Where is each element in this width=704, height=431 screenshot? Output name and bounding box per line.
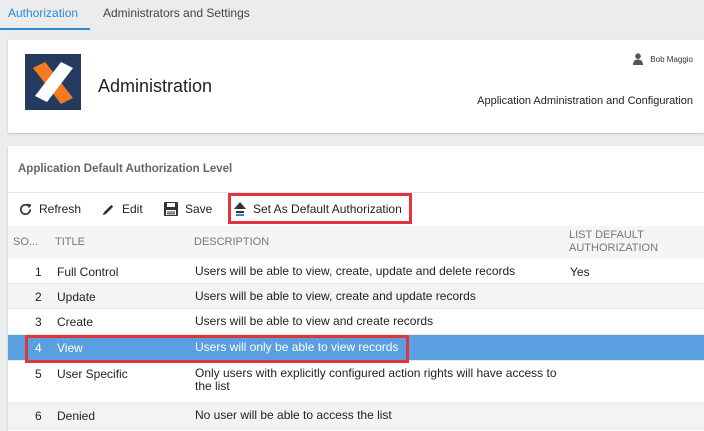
- cell-description: Only users with explicitly configured ac…: [195, 366, 557, 393]
- app-logo: [25, 54, 81, 110]
- table-header: SO... TITLE DESCRIPTION LIST DEFAULT AUT…: [8, 226, 704, 259]
- tab-administrators-and-settings[interactable]: Administrators and Settings: [103, 0, 250, 30]
- highlight-box-toolbar: [228, 193, 412, 224]
- authorization-panel: Application Default Authorization Level …: [8, 146, 704, 431]
- save-button[interactable]: Save: [163, 196, 212, 222]
- page-title: Administration: [98, 76, 213, 96]
- highlight-box-selected-row: [25, 335, 409, 363]
- edit-label: Edit: [122, 202, 143, 216]
- cell-sort-order: 1: [35, 265, 42, 279]
- cell-title: Full Control: [57, 265, 119, 279]
- column-header-description[interactable]: DESCRIPTION: [194, 236, 269, 248]
- tab-authorization[interactable]: Authorization: [0, 0, 90, 30]
- column-header-list-default-authorization[interactable]: LIST DEFAULT AUTHORIZATION: [569, 229, 658, 255]
- logo-x-icon: [25, 54, 81, 110]
- cell-title: Denied: [57, 409, 96, 423]
- cell-sort-order: 2: [35, 290, 42, 304]
- cell-sort-order: 6: [35, 409, 42, 423]
- tab-bar: Authorization Administrators and Setting…: [0, 0, 704, 30]
- refresh-icon: [20, 202, 32, 215]
- cell-description: Users will be able to view, create and u…: [195, 289, 476, 303]
- column-header-sort-order[interactable]: SO...: [13, 236, 38, 248]
- table-row[interactable]: 2 Update Users will be able to view, cre…: [8, 284, 704, 309]
- user-menu[interactable]: Bob Maggio: [632, 53, 693, 65]
- table-row[interactable]: 3 Create Users will be able to view and …: [8, 309, 704, 335]
- column-header-list-default-line1: LIST DEFAULT: [569, 229, 644, 241]
- page-subtitle: Application Administration and Configura…: [477, 95, 693, 107]
- cell-description: Users will be able to view, create, upda…: [195, 264, 516, 278]
- cell-sort-order: 5: [35, 367, 42, 381]
- cell-title: Update: [57, 290, 96, 304]
- refresh-button[interactable]: Refresh: [18, 196, 81, 222]
- refresh-label: Refresh: [39, 202, 82, 216]
- section-title: Application Default Authorization Level: [18, 163, 233, 175]
- column-header-title[interactable]: TITLE: [55, 236, 85, 248]
- cell-sort-order: 3: [35, 315, 42, 329]
- table-row[interactable]: 6 Denied No user will be able to access …: [8, 403, 704, 430]
- header-card: Administration Bob Maggio Application Ad…: [8, 40, 704, 133]
- table-row[interactable]: 1 Full Control Users will be able to vie…: [8, 259, 704, 284]
- cell-description: No user will be able to access the list: [195, 408, 392, 422]
- save-label: Save: [185, 202, 213, 216]
- cell-list-default: Yes: [570, 265, 590, 279]
- table-row[interactable]: 5 User Specific Only users with explicit…: [8, 361, 704, 403]
- column-header-list-default-line2: AUTHORIZATION: [569, 242, 659, 254]
- edit-button[interactable]: Edit: [101, 196, 143, 222]
- user-name: Bob Maggio: [650, 54, 693, 64]
- save-icon: [164, 202, 178, 216]
- cell-title: Create: [57, 315, 94, 329]
- cell-description: Users will be able to view and create re…: [195, 314, 434, 328]
- user-icon: [632, 53, 644, 65]
- pencil-icon: [102, 204, 114, 215]
- cell-title: User Specific: [57, 367, 128, 381]
